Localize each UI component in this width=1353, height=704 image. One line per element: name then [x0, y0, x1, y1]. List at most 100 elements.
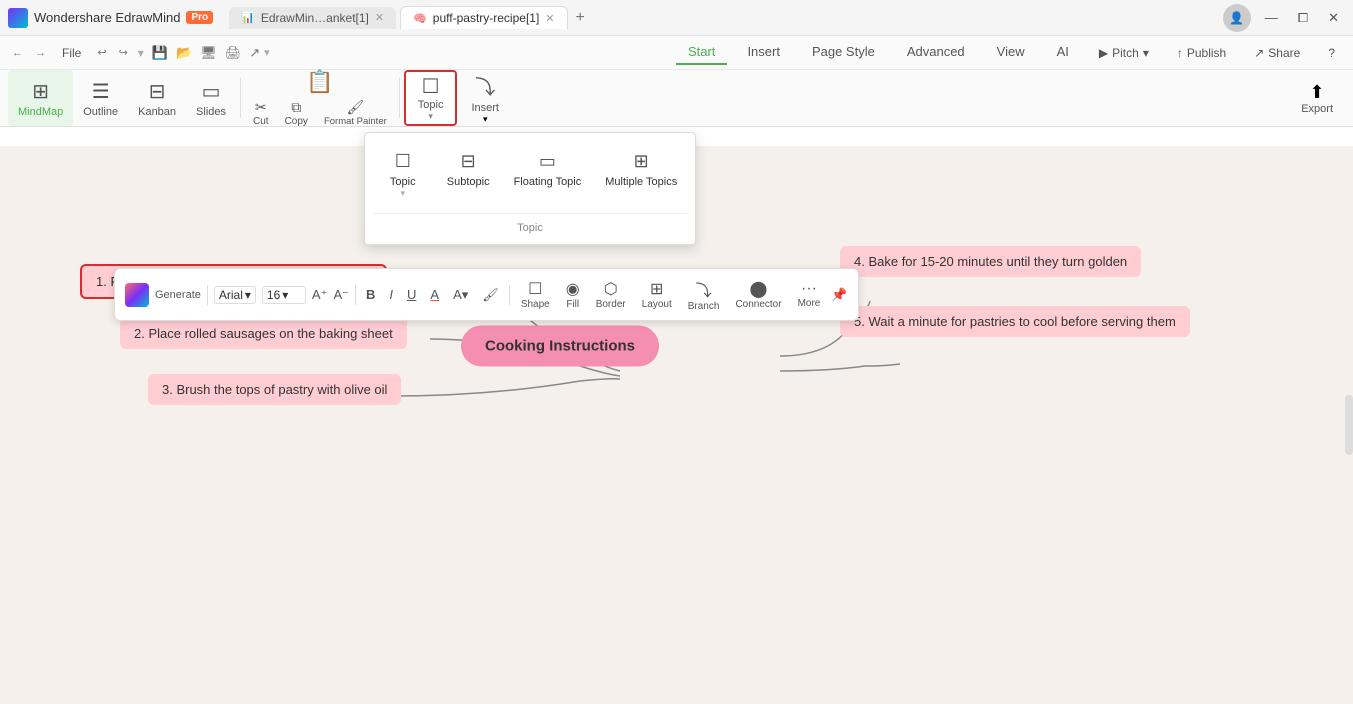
shape-label: Shape	[521, 299, 550, 310]
branch-node-2[interactable]: 2. Place rolled sausages on the baking s…	[120, 318, 407, 349]
topic-dd-multiple-icon: ⊞	[634, 151, 649, 172]
topic-dd-subtopic[interactable]: ⊟ Subtopic	[437, 145, 500, 205]
connector-button[interactable]: ⬤ Connector	[730, 277, 786, 312]
nav-dropdown-icon[interactable]: ▾	[264, 46, 270, 59]
underline-button[interactable]: U	[403, 285, 420, 304]
nav-back-button[interactable]: ←	[8, 45, 27, 61]
ribbon-divider-1	[240, 78, 241, 118]
font-increase-button[interactable]: A⁺	[312, 287, 328, 303]
nav-bar: ← → File ↩ ↪ ▾ 💾 📂 🖥 🖨 ↗ ▾ Start Insert …	[0, 36, 1353, 70]
tab-close-edrawmind[interactable]: ✕	[375, 11, 384, 24]
branch-node-4[interactable]: 4. Bake for 15-20 minutes until they tur…	[840, 246, 1141, 277]
format-painter-button[interactable]: 🖌 Format Painter	[316, 97, 395, 129]
connector-label: Connector	[735, 299, 781, 310]
tab-puff-pastry[interactable]: 🧠 puff-pastry-recipe[1] ✕	[400, 6, 567, 29]
close-button[interactable]: ✕	[1322, 8, 1345, 28]
more-button[interactable]: ··· More	[793, 278, 826, 311]
fill-button[interactable]: ◉ Fill	[561, 277, 585, 312]
copy-label: Copy	[285, 116, 308, 127]
nav-folder-icon[interactable]: 📂	[176, 45, 192, 61]
nav-tab-insert[interactable]: Insert	[735, 40, 792, 65]
insert-arrow: ▾	[483, 114, 488, 125]
nav-tabs: Start Insert Page Style Advanced View AI…	[676, 40, 1345, 65]
cut-button[interactable]: ✂ Cut	[245, 97, 277, 129]
topic-dd-header: Topic	[373, 218, 687, 236]
toolbar-area: ← → File ↩ ↪ ▾ 💾 📂 🖥 🖨 ↗ ▾ Start Insert …	[0, 36, 1353, 127]
minimize-button[interactable]: —	[1259, 8, 1284, 27]
border-button[interactable]: ⬡ Border	[591, 277, 631, 312]
nav-forward-button[interactable]: →	[31, 45, 50, 61]
nav-print-icon[interactable]: 🖨	[225, 45, 242, 61]
layout-label: Layout	[642, 299, 672, 310]
branch-node-5[interactable]: 5. Wait a minute for pastries to cool be…	[840, 306, 1190, 337]
mindmap-button[interactable]: ⊞ MindMap	[8, 70, 73, 126]
tab-add-button[interactable]: +	[576, 9, 585, 27]
nav-tab-start[interactable]: Start	[676, 40, 727, 65]
tab-label-puff-pastry: puff-pastry-recipe[1]	[433, 11, 540, 25]
publish-icon: ↑	[1177, 46, 1183, 60]
connector-icon: ⬤	[750, 279, 768, 299]
share-button[interactable]: ↗ Share	[1244, 43, 1310, 63]
copy-button[interactable]: ⧉ Copy	[277, 97, 316, 129]
font-selector[interactable]: Arial ▾	[214, 286, 256, 304]
nav-tab-ai[interactable]: AI	[1045, 40, 1081, 65]
insert-button[interactable]: ⤵ Insert ▾	[461, 70, 509, 126]
font-decrease-button[interactable]: A⁻	[333, 287, 349, 303]
nav-tab-advanced[interactable]: Advanced	[895, 40, 977, 65]
branch-button[interactable]: ⤵ Branch	[683, 275, 725, 314]
highlight-button[interactable]: A▾	[449, 285, 472, 305]
layout-button[interactable]: ⊞ Layout	[637, 277, 677, 312]
topic-dropdown: ☐ Topic ▾ ⊟ Subtopic ▭ Floating Topic ⊞	[364, 132, 696, 245]
paste-button[interactable]: 📋	[245, 67, 395, 97]
publish-button[interactable]: ↑ Publish	[1167, 43, 1236, 63]
user-avatar[interactable]: 👤	[1223, 4, 1251, 32]
help-button[interactable]: ?	[1318, 43, 1345, 63]
branch-node-3-label: 3. Brush the tops of pastry with olive o…	[162, 382, 387, 397]
slides-button[interactable]: ▭ Slides	[186, 70, 236, 126]
nav-tab-view[interactable]: View	[985, 40, 1037, 65]
outline-button[interactable]: ☰ Outline	[73, 70, 128, 126]
tab-close-puff-pastry[interactable]: ✕	[545, 12, 554, 25]
branch-node-3[interactable]: 3. Brush the tops of pastry with olive o…	[148, 374, 401, 405]
tab-icon-edrawmind: 📊	[241, 11, 255, 24]
right-panel-handle[interactable]	[1345, 395, 1353, 455]
nav-screen-icon[interactable]: 🖥	[200, 45, 217, 61]
pitch-button[interactable]: ▶ Pitch ▾	[1089, 43, 1159, 63]
fill-label: Fill	[566, 299, 579, 310]
nav-extra: ▾	[138, 46, 144, 60]
nav-share2-icon[interactable]: ↗	[249, 45, 260, 61]
tab-edrawmind[interactable]: 📊 EdrawMin…anket[1] ✕	[229, 7, 396, 29]
topic-dd-topic[interactable]: ☐ Topic ▾	[373, 145, 433, 205]
topic-dd-multiple[interactable]: ⊞ Multiple Topics	[595, 145, 687, 205]
export-button[interactable]: ⬆ Export	[1289, 70, 1345, 126]
paste-icon: 📋	[306, 69, 333, 95]
generate-label[interactable]: Generate	[155, 289, 201, 301]
redo-button[interactable]: ↪	[115, 44, 132, 61]
topic-dd-floating-label: Floating Topic	[514, 176, 582, 188]
kanban-button[interactable]: ⊟ Kanban	[128, 70, 186, 126]
font-size-arrow: ▾	[282, 288, 288, 302]
file-menu-button[interactable]: File	[54, 42, 89, 64]
nav-tab-pagestyle[interactable]: Page Style	[800, 40, 887, 65]
maximize-button[interactable]: ⧠	[1292, 8, 1314, 28]
kanban-label: Kanban	[138, 106, 176, 118]
topic-dd-floating[interactable]: ▭ Floating Topic	[504, 145, 592, 205]
font-size-selector[interactable]: 16 ▾	[262, 286, 306, 304]
pitch-icon: ▶	[1099, 46, 1108, 60]
center-node[interactable]: Cooking Instructions	[461, 326, 659, 367]
italic-button[interactable]: I	[385, 285, 397, 304]
border-label: Border	[596, 299, 626, 310]
undo-button[interactable]: ↩	[93, 44, 110, 61]
tab-label-edrawmind: EdrawMin…anket[1]	[261, 11, 369, 25]
float-toolbar: Generate Arial ▾ 16 ▾ A⁺ A⁻ B I U A A▾ 🖌…	[114, 268, 859, 321]
paint-button[interactable]: 🖌	[478, 285, 503, 305]
font-color-button[interactable]: A	[426, 285, 443, 304]
topic-button[interactable]: ☐ Topic ▾	[404, 70, 458, 126]
topic-dd-divider	[373, 213, 687, 214]
nav-save-icon[interactable]: 💾	[152, 45, 168, 61]
cut-label: Cut	[253, 116, 269, 127]
toolbar-pin-button[interactable]: 📌	[831, 287, 847, 303]
shape-button[interactable]: ☐ Shape	[516, 277, 555, 312]
share-icon: ↗	[1254, 46, 1264, 60]
bold-button[interactable]: B	[362, 285, 379, 304]
